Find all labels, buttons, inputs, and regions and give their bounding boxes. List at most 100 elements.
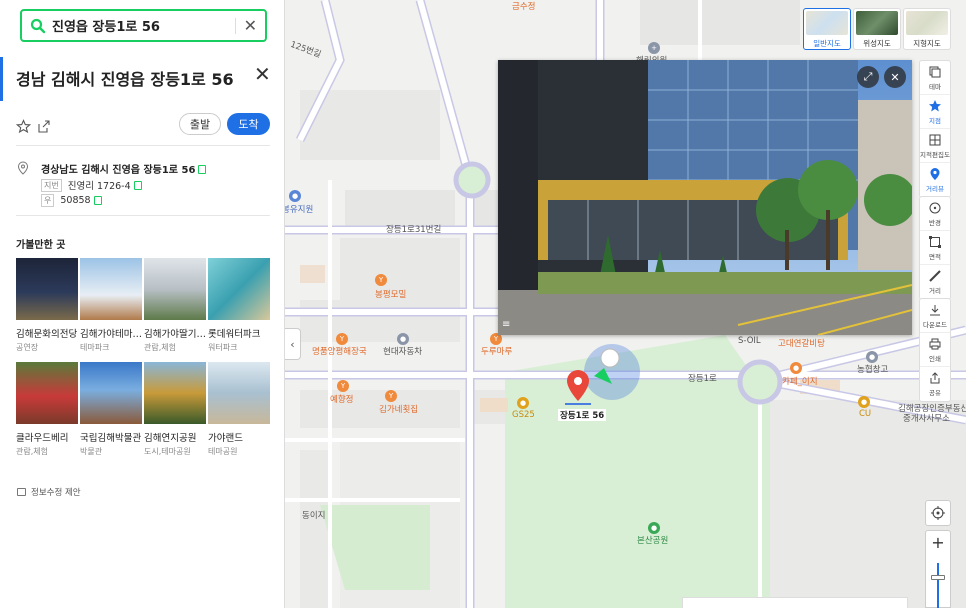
star-icon bbox=[929, 99, 941, 111]
place-thumbnail bbox=[80, 362, 142, 424]
poi-label[interactable]: 두루마루 bbox=[481, 345, 512, 357]
poi-store[interactable]: ● bbox=[858, 396, 870, 408]
area-icon bbox=[929, 235, 941, 248]
road-label: 장등1로31번길 bbox=[386, 225, 442, 235]
poi-label[interactable]: 농협창고 bbox=[857, 363, 888, 375]
card-category: 박물관 bbox=[80, 447, 103, 456]
divider bbox=[16, 215, 270, 216]
card-category: 공연장 bbox=[16, 343, 39, 352]
poi-label[interactable]: 동이지 bbox=[302, 509, 325, 521]
poi-restaurant[interactable]: Y bbox=[375, 274, 387, 286]
nearby-card[interactable]: 김해문화의전당 공연장 bbox=[16, 258, 78, 353]
poi-label[interactable]: 예향정 bbox=[330, 393, 353, 405]
nearby-card[interactable]: 클라우드베리 관람,체험 bbox=[16, 362, 78, 457]
menu-icon[interactable]: ≡ bbox=[502, 319, 510, 330]
poi-label[interactable]: GS25 bbox=[512, 410, 535, 420]
tool-area[interactable]: 면적 bbox=[920, 231, 950, 265]
share-icon[interactable] bbox=[37, 120, 50, 133]
zoom-in-button[interactable]: + bbox=[926, 531, 950, 555]
tool-print[interactable]: 인쇄 bbox=[920, 333, 950, 367]
poi-label[interactable]: 봉유지원 bbox=[282, 203, 313, 215]
nearby-card[interactable]: 김해연지공원 도시,테마공원 bbox=[144, 362, 206, 457]
arrive-button[interactable]: 도착 bbox=[227, 113, 270, 135]
poi-label[interactable]: 김가네횟집 bbox=[379, 403, 418, 415]
poi-school[interactable]: ● bbox=[289, 190, 301, 202]
street-view-image[interactable] bbox=[498, 60, 912, 335]
maptype-terrain[interactable]: 지형지도 bbox=[903, 8, 951, 50]
tool-group-layers: 테마 지점 지적편집도 거리뷰 bbox=[919, 60, 951, 198]
maptype-normal[interactable]: 일반지도 bbox=[803, 8, 851, 50]
tool-distance[interactable]: 거리 bbox=[920, 265, 950, 299]
nearby-card[interactable]: 김해가야딸기체험농장 관람,체험 bbox=[144, 258, 208, 353]
depart-button[interactable]: 출발 bbox=[179, 113, 221, 135]
poi-label[interactable]: CU bbox=[859, 409, 871, 419]
ruler-icon bbox=[929, 270, 941, 282]
search-input[interactable]: 진영읍 장등1로 56 bbox=[52, 16, 227, 35]
close-icon[interactable]: ✕ bbox=[884, 66, 906, 88]
card-name: 국립김해박물관 bbox=[80, 433, 142, 444]
poi-label[interactable]: 카페_이지 bbox=[782, 375, 818, 387]
car-icon: ● bbox=[397, 333, 409, 345]
crosshair-icon bbox=[931, 506, 945, 520]
copy-icon[interactable] bbox=[133, 180, 142, 190]
poi-restaurant[interactable]: Y bbox=[385, 390, 397, 402]
zoom-track[interactable] bbox=[937, 563, 939, 608]
poi-car[interactable]: ● bbox=[397, 333, 409, 345]
poi-label[interactable]: 고대연갈비탕 bbox=[778, 337, 825, 349]
jibun-text: 진영리 1726-4 bbox=[67, 181, 131, 192]
expand-icon[interactable]: ⤢ bbox=[857, 66, 879, 88]
poi-cafe[interactable]: ● bbox=[790, 362, 802, 374]
bookmark-star-icon[interactable] bbox=[16, 119, 31, 134]
satellite-map-thumbnail bbox=[856, 11, 898, 35]
copy-icon[interactable] bbox=[93, 196, 102, 205]
location-pin-icon bbox=[17, 161, 29, 175]
share-icon bbox=[930, 372, 940, 384]
tool-share[interactable]: 공유 bbox=[920, 367, 950, 401]
card-name: 클라우드베리 bbox=[16, 433, 69, 444]
poi-label[interactable]: S-OIL bbox=[738, 336, 761, 346]
poi-store[interactable]: ● bbox=[517, 397, 529, 409]
download-icon bbox=[930, 304, 940, 315]
tool-cadastral[interactable]: 지적편집도 bbox=[920, 129, 950, 163]
tool-radius[interactable]: 반경 bbox=[920, 197, 950, 231]
poi-label[interactable]: 중개사사무소 bbox=[903, 412, 950, 424]
collapse-panel-button[interactable]: ‹ bbox=[285, 328, 301, 360]
park-icon: ● bbox=[648, 522, 660, 534]
jibun-address: 지번 진영리 1726-4 bbox=[41, 178, 142, 192]
tool-theme[interactable]: 테마 bbox=[920, 61, 950, 95]
poi-restaurant[interactable]: Y bbox=[336, 333, 348, 345]
copy-icon[interactable] bbox=[198, 165, 207, 174]
close-panel-icon[interactable]: ✕ bbox=[254, 62, 271, 86]
clear-search-icon[interactable]: ✕ bbox=[244, 17, 257, 34]
search-box[interactable]: 진영읍 장등1로 56 ✕ bbox=[20, 9, 267, 42]
nearby-card[interactable]: 김해가야테마파크 테마파크 bbox=[80, 258, 144, 353]
nearby-card[interactable]: 국립김해박물관 박물관 bbox=[80, 362, 142, 457]
zoom-slider-handle[interactable] bbox=[931, 575, 945, 580]
suggest-edit-link[interactable]: 정보수정 제안 bbox=[17, 486, 81, 498]
tool-group-export: 다운로드 인쇄 공유 bbox=[919, 298, 951, 402]
poi-label[interactable]: 본산공원 bbox=[637, 534, 668, 546]
nearby-card[interactable]: 가야랜드 테마공원 bbox=[208, 362, 270, 457]
tool-download[interactable]: 다운로드 bbox=[920, 299, 950, 333]
tool-streetview[interactable]: 거리뷰 bbox=[920, 163, 950, 197]
school-icon: ● bbox=[289, 190, 301, 202]
maptype-satellite[interactable]: 위성지도 bbox=[853, 8, 901, 50]
poi-restaurant[interactable]: Y bbox=[337, 380, 349, 392]
poi-label[interactable]: 명품양평해장국 bbox=[312, 345, 367, 357]
poi-warehouse[interactable]: ● bbox=[866, 351, 878, 363]
nearby-card[interactable]: 롯데워터파크 워터파크 bbox=[208, 258, 270, 353]
poi-park[interactable]: ● bbox=[648, 522, 660, 534]
poi-label[interactable]: 현대자동차 bbox=[383, 345, 422, 357]
radius-icon bbox=[929, 202, 941, 213]
poi-hospital[interactable]: + bbox=[648, 42, 660, 54]
card-category: 관람,체험 bbox=[16, 447, 48, 456]
cup-icon: ● bbox=[790, 362, 802, 374]
tool-group-measure: 반경 면적 거리 bbox=[919, 196, 951, 300]
place-thumbnail bbox=[16, 258, 78, 320]
current-location-button[interactable] bbox=[925, 500, 951, 526]
street-view-panel[interactable]: ⤢ ✕ ≡ bbox=[498, 60, 912, 335]
tool-bookmark[interactable]: 지점 bbox=[920, 95, 950, 129]
marker-label[interactable]: 장등1로 56 bbox=[558, 409, 607, 421]
poi-label[interactable]: 봉평모밀 bbox=[375, 288, 406, 300]
poi-label[interactable]: 금수정 bbox=[512, 0, 535, 12]
